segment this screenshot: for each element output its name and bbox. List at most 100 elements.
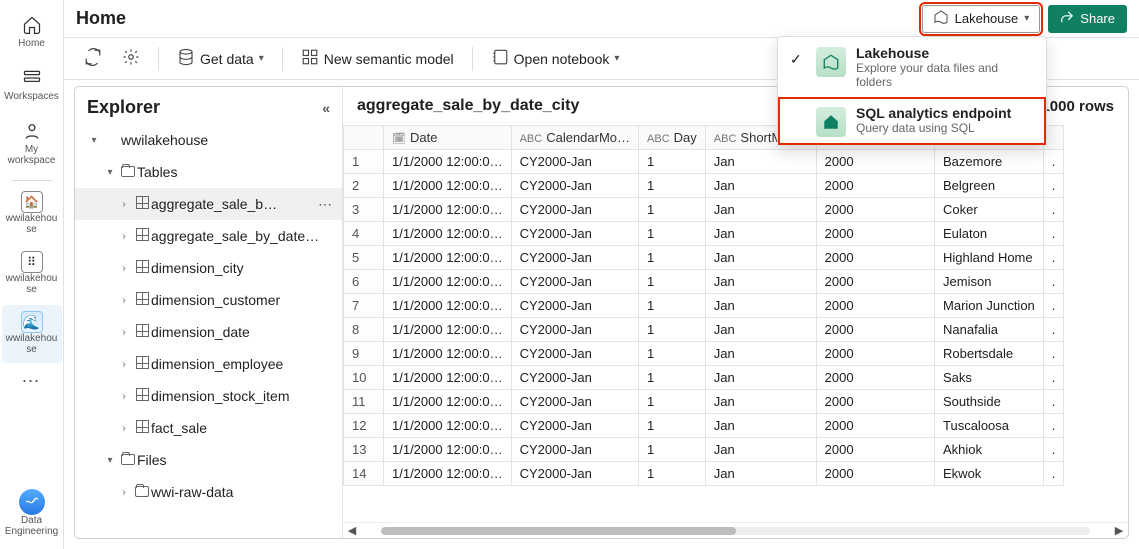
rail-lh3-label: wwilakehouse: [4, 333, 60, 355]
cell-extra: .: [1043, 294, 1064, 318]
refresh-button[interactable]: [76, 43, 110, 74]
cell: 1/1/2000 12:00:0…: [384, 462, 512, 486]
table-row[interactable]: 91/1/2000 12:00:0…CY2000-Jan1Jan2000Robe…: [344, 342, 1064, 366]
refresh-icon: [84, 48, 102, 69]
rownum-cell: 7: [344, 294, 384, 318]
table-row[interactable]: 71/1/2000 12:00:0…CY2000-Jan1Jan2000Mari…: [344, 294, 1064, 318]
tree-table[interactable]: ›dimension_city: [75, 252, 342, 284]
cell: Saks: [935, 366, 1044, 390]
column-header[interactable]: ABCDay: [639, 126, 706, 150]
rownum-cell: 4: [344, 222, 384, 246]
table-row[interactable]: 21/1/2000 12:00:0…CY2000-Jan1Jan2000Belg…: [344, 174, 1064, 198]
cell: 2000: [816, 246, 934, 270]
tree-table[interactable]: ›dimension_customer: [75, 284, 342, 316]
rail-home[interactable]: Home: [2, 6, 62, 57]
table-row[interactable]: 141/1/2000 12:00:0…CY2000-Jan1Jan2000Ekw…: [344, 462, 1064, 486]
rail-de-label: Data Engineering: [4, 515, 60, 537]
cell-extra: .: [1043, 174, 1064, 198]
rail-lakehouse-1[interactable]: 🏠 wwilakehouse: [2, 185, 62, 243]
cell: Jan: [705, 390, 816, 414]
tree-table[interactable]: ›dimension_date: [75, 316, 342, 348]
table-row[interactable]: 31/1/2000 12:00:0…CY2000-Jan1Jan2000Coke…: [344, 198, 1064, 222]
settings-button[interactable]: [114, 43, 148, 74]
tree-table[interactable]: › fact_sale: [75, 412, 342, 444]
twisty-icon: ›: [115, 295, 133, 306]
open-notebook-button[interactable]: Open notebook ▾: [483, 43, 628, 74]
cell: 2000: [816, 318, 934, 342]
rail-more[interactable]: ⋯: [2, 365, 62, 398]
tree-node-label: wwilakehouse: [121, 132, 336, 148]
type-icon: ABC: [647, 133, 670, 145]
view-switcher-lakehouse[interactable]: Lakehouse ▾: [922, 5, 1041, 33]
scroll-left-icon[interactable]: ◀: [343, 524, 361, 537]
left-nav-rail: Home Workspaces My workspace 🏠 wwilakeho…: [0, 0, 64, 549]
column-header[interactable]: ABCCalendarMo…: [511, 126, 638, 150]
cell: CY2000-Jan: [511, 294, 638, 318]
cell-extra: .: [1043, 462, 1064, 486]
rail-lakehouse-2[interactable]: ⠿ wwilakehouse: [2, 245, 62, 303]
menu-item-lakehouse[interactable]: ✓ Lakehouse Explore your data files and …: [778, 37, 1046, 97]
rownum-cell: 11: [344, 390, 384, 414]
cell: 2000: [816, 270, 934, 294]
collapse-explorer-button[interactable]: «: [322, 100, 330, 116]
twisty-icon: ›: [115, 359, 133, 370]
twisty-icon: ›: [115, 327, 133, 338]
rail-data-engineering[interactable]: Data Engineering: [2, 483, 62, 545]
table-row[interactable]: 41/1/2000 12:00:0…CY2000-Jan1Jan2000Eula…: [344, 222, 1064, 246]
table-row[interactable]: 131/1/2000 12:00:0…CY2000-Jan1Jan2000Akh…: [344, 438, 1064, 462]
cell-extra: .: [1043, 198, 1064, 222]
scroll-right-icon[interactable]: ▶: [1110, 524, 1128, 537]
cell: 2000: [816, 438, 934, 462]
twisty-icon: ›: [115, 423, 133, 434]
rail-workspaces[interactable]: Workspaces: [2, 59, 62, 110]
semantic-model-icon: [301, 48, 319, 69]
rail-lakehouse-3[interactable]: 🌊 wwilakehouse: [2, 305, 62, 363]
get-data-button[interactable]: Get data ▾: [169, 43, 272, 74]
tree-table[interactable]: ›dimension_stock_item: [75, 380, 342, 412]
table-row[interactable]: 81/1/2000 12:00:0…CY2000-Jan1Jan2000Nana…: [344, 318, 1064, 342]
view-switcher-label: Lakehouse: [955, 11, 1019, 26]
tree-node-label: fact_sale: [151, 420, 336, 436]
table-title: aggregate_sale_by_date_city: [357, 97, 579, 115]
tree-table[interactable]: › dimension_employee: [75, 348, 342, 380]
table-row[interactable]: 61/1/2000 12:00:0…CY2000-Jan1Jan2000Jemi…: [344, 270, 1064, 294]
tree-table[interactable]: ›aggregate_sale_by_date…: [75, 220, 342, 252]
rownum-cell: 14: [344, 462, 384, 486]
cell: 1: [639, 150, 706, 174]
new-semantic-model-button[interactable]: New semantic model: [293, 43, 462, 74]
table-row[interactable]: 121/1/2000 12:00:0…CY2000-Jan1Jan2000Tus…: [344, 414, 1064, 438]
type-icon: 🗓: [392, 133, 406, 145]
data-grid-scroll[interactable]: 🗓DateABCCalendarMo…ABCDayABCShortMonth12…: [343, 125, 1128, 522]
rownum-cell: 8: [344, 318, 384, 342]
cell: Jan: [705, 270, 816, 294]
lakehouse-active-icon: 🌊: [21, 311, 43, 333]
tree-node-label: dimension_city: [151, 260, 336, 276]
cell: Nanafalia: [935, 318, 1044, 342]
tree-node-label: dimension_employee: [151, 356, 336, 372]
tree-table[interactable]: ›aggregate_sale_b…⋯: [75, 188, 342, 220]
tree-tables[interactable]: ▾Tables: [75, 156, 342, 188]
more-icon[interactable]: ⋯: [314, 196, 336, 213]
table-row[interactable]: 11/1/2000 12:00:0…CY2000-Jan1Jan2000Baze…: [344, 150, 1064, 174]
share-button[interactable]: Share: [1048, 5, 1127, 33]
lakehouse-option-icon: [816, 47, 846, 77]
tree-node-label: Files: [137, 452, 336, 468]
cell: Coker: [935, 198, 1044, 222]
cell: Jan: [705, 222, 816, 246]
cell: 1: [639, 390, 706, 414]
cell: CY2000-Jan: [511, 438, 638, 462]
horizontal-scrollbar[interactable]: ◀ ▶: [343, 522, 1128, 538]
table-row[interactable]: 101/1/2000 12:00:0…CY2000-Jan1Jan2000Sak…: [344, 366, 1064, 390]
tree-files[interactable]: ▾Files: [75, 444, 342, 476]
cell: 1: [639, 342, 706, 366]
table-row[interactable]: 51/1/2000 12:00:0…CY2000-Jan1Jan2000High…: [344, 246, 1064, 270]
tree-node-label: aggregate_sale_by_date…: [151, 228, 336, 244]
menu-item-sql-endpoint[interactable]: SQL analytics endpoint Query data using …: [778, 97, 1046, 145]
cell: CY2000-Jan: [511, 390, 638, 414]
tree-root[interactable]: ▾wwilakehouse: [75, 124, 342, 156]
rail-myworkspace[interactable]: My workspace: [2, 112, 62, 174]
table-row[interactable]: 111/1/2000 12:00:0…CY2000-Jan1Jan2000Sou…: [344, 390, 1064, 414]
tree-folder[interactable]: ›wwi-raw-data: [75, 476, 342, 508]
cell: 1/1/2000 12:00:0…: [384, 174, 512, 198]
column-header[interactable]: 🗓Date: [384, 126, 512, 150]
